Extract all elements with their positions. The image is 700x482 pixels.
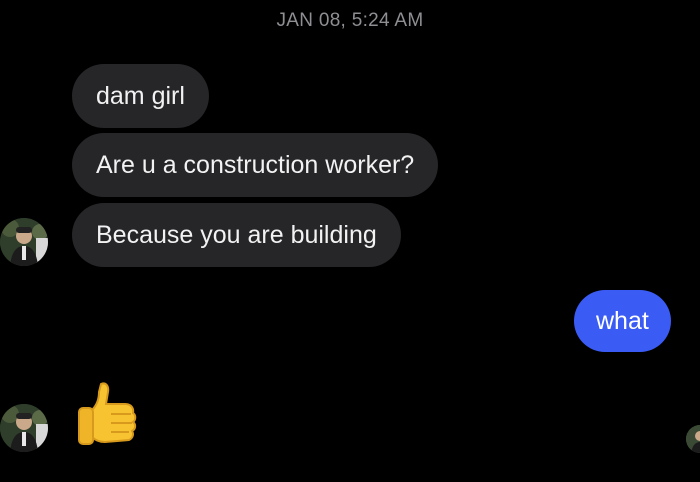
received-message-bubble[interactable]: Because you are building bbox=[72, 203, 401, 267]
received-message-bubble[interactable]: dam girl bbox=[72, 64, 209, 128]
avatar-photo-icon bbox=[0, 218, 48, 266]
sender-avatar[interactable] bbox=[0, 404, 48, 452]
sender-avatar[interactable] bbox=[0, 218, 48, 266]
message-timestamp: JAN 08, 5:24 AM bbox=[276, 10, 424, 31]
thumbs-up-icon bbox=[78, 382, 137, 445]
message-text: what bbox=[596, 306, 649, 335]
message-text: dam girl bbox=[96, 81, 185, 110]
avatar-photo-icon bbox=[0, 404, 48, 452]
message-text: Are u a construction worker? bbox=[96, 150, 415, 179]
thumbs-up-emoji-message[interactable] bbox=[75, 380, 141, 450]
read-receipt-avatar bbox=[686, 425, 700, 453]
read-receipt-icon bbox=[686, 425, 700, 453]
received-message-bubble[interactable]: Are u a construction worker? bbox=[72, 133, 439, 197]
sent-message-bubble[interactable]: what bbox=[574, 290, 671, 352]
message-text: Because you are building bbox=[96, 220, 377, 249]
